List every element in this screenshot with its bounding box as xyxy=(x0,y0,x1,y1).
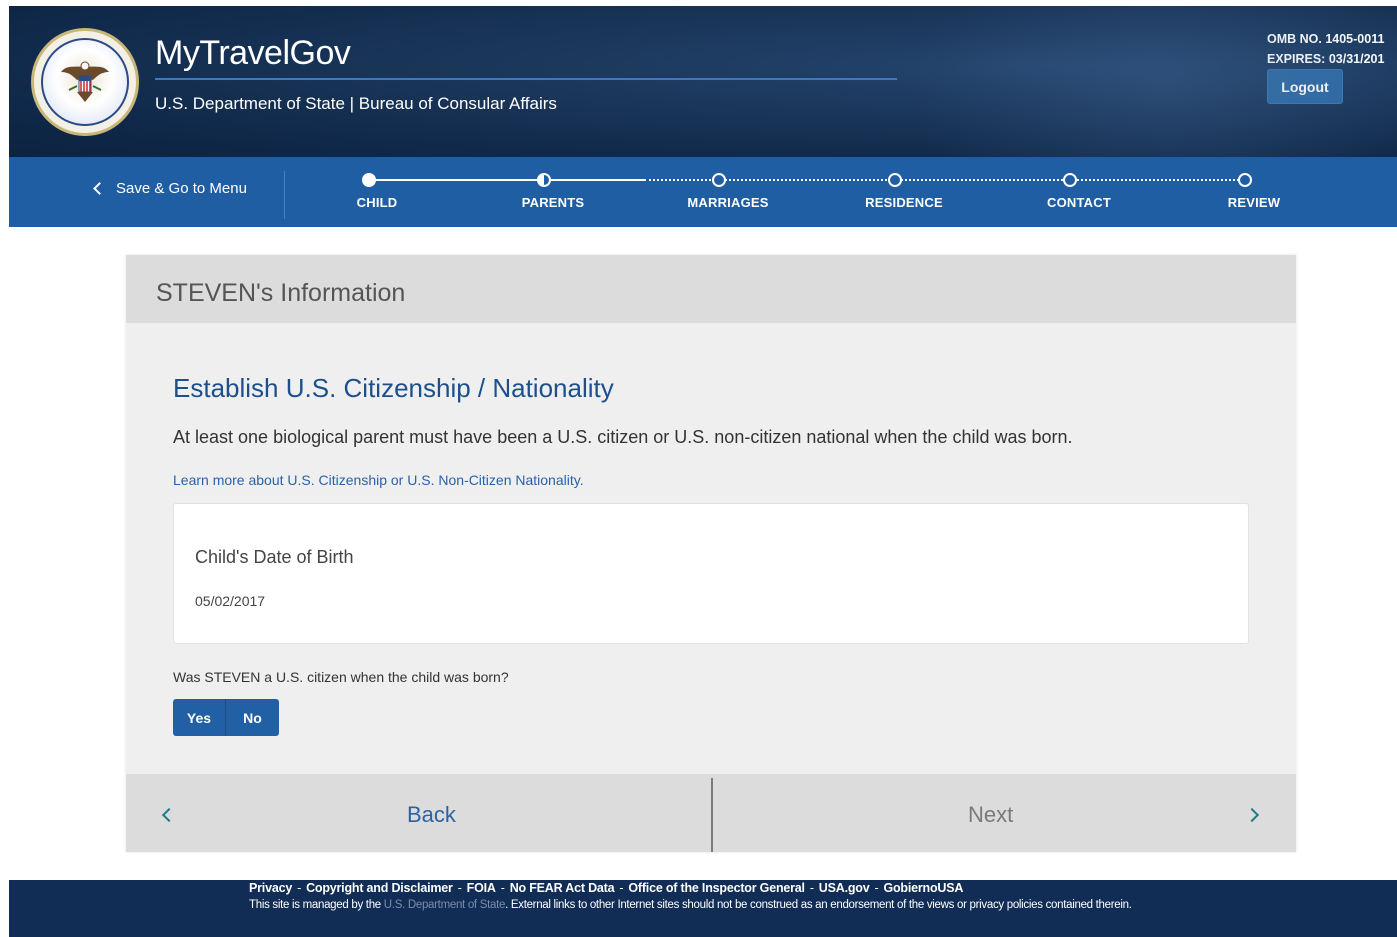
dob-label: Child's Date of Birth xyxy=(195,547,354,567)
step-dot-parents xyxy=(537,173,551,187)
omb-info: OMB NO. 1405-0011 EXPIRES: 03/31/201 xyxy=(1267,29,1384,69)
panel-title: STEVEN's Information xyxy=(156,279,406,307)
dob-value: 05/02/2017 xyxy=(195,593,266,609)
intro-text: At least one biological parent must have… xyxy=(173,427,1073,447)
footer-link-usa-gov[interactable]: USA.gov xyxy=(819,881,870,895)
next-button[interactable]: Next xyxy=(713,774,1296,852)
footer-note-prefix: This site is managed by the xyxy=(249,899,384,911)
next-label: Next xyxy=(968,802,1014,827)
citizen-question: Was STEVEN a U.S. citizen when the child… xyxy=(173,669,509,685)
step-dot-residence xyxy=(888,173,902,187)
title-rule xyxy=(155,78,897,80)
footer-link-privacy[interactable]: Privacy xyxy=(249,881,292,895)
department-name: U.S. Department of State | Bureau of Con… xyxy=(155,94,557,113)
chevron-right-icon xyxy=(1244,807,1260,823)
yes-button[interactable]: Yes xyxy=(173,699,226,736)
section-title: Establish U.S. Citizenship / Nationality xyxy=(173,373,614,403)
panel-header: STEVEN's Information xyxy=(126,255,1296,323)
progress-nav: Save & Go to Menu CHILD PARENTS MARRIAGE… xyxy=(9,157,1397,227)
progress-segment-remaining xyxy=(644,179,1247,181)
logout-button[interactable]: Logout xyxy=(1267,69,1343,104)
yes-no-toggle: Yes No xyxy=(173,699,279,736)
footer-note-suffix: . External links to other Internet sites… xyxy=(505,899,1132,911)
footer-link-copyright[interactable]: Copyright and Disclaimer xyxy=(306,881,453,895)
seal-eagle-icon xyxy=(41,38,129,126)
footer-dept-link[interactable]: U.S. Department of State xyxy=(384,899,506,911)
back-button[interactable]: Back xyxy=(126,774,711,852)
footer-links: Privacy - Copyright and Disclaimer - FOIA - No… xyxy=(249,881,964,895)
step-parents[interactable]: PARENTS xyxy=(493,195,613,210)
progress-steps: CHILD PARENTS MARRIAGES RESIDENCE CONTAC… xyxy=(9,157,1397,227)
footer-note: This site is managed by the U.S. Departm… xyxy=(249,899,1132,911)
dob-card: Child's Date of Birth 05/02/2017 xyxy=(173,503,1249,644)
footer-link-gobierno-usa[interactable]: GobiernoUSA xyxy=(883,881,963,895)
site-header: MyTravelGov U.S. Department of State | B… xyxy=(9,6,1397,157)
footer-link-no-fear[interactable]: No FEAR Act Data xyxy=(510,881,615,895)
site-footer: Privacy - Copyright and Disclaimer - FOIA - No… xyxy=(9,880,1397,937)
step-dot-contact xyxy=(1063,173,1077,187)
app-title: MyTravelGov xyxy=(155,34,351,72)
main-panel: STEVEN's Information Establish U.S. Citi… xyxy=(126,255,1296,852)
step-review: REVIEW xyxy=(1227,195,1281,210)
omb-expires: EXPIRES: 03/31/201 xyxy=(1267,52,1385,66)
chevron-left-icon xyxy=(161,807,177,823)
step-marriages: MARRIAGES xyxy=(687,195,769,210)
learn-more-link[interactable]: Learn more about U.S. Citizenship or U.S… xyxy=(173,472,584,488)
back-label: Back xyxy=(407,802,456,827)
progress-segment-complete xyxy=(376,179,544,181)
step-dot-child xyxy=(362,173,376,187)
department-of-state-seal xyxy=(31,28,139,136)
step-dot-review xyxy=(1238,173,1252,187)
omb-number: OMB NO. 1405-0011 xyxy=(1267,32,1385,46)
step-residence: RESIDENCE xyxy=(865,195,943,210)
step-child[interactable]: CHILD xyxy=(317,195,437,210)
panel-nav-footer: Back Next xyxy=(126,774,1296,852)
footer-link-foia[interactable]: FOIA xyxy=(467,881,496,895)
step-contact: CONTACT xyxy=(1047,195,1111,210)
step-dot-marriages xyxy=(712,173,726,187)
no-button[interactable]: No xyxy=(226,699,279,736)
progress-segment-partial xyxy=(551,179,644,181)
footer-link-inspector-general[interactable]: Office of the Inspector General xyxy=(628,881,805,895)
